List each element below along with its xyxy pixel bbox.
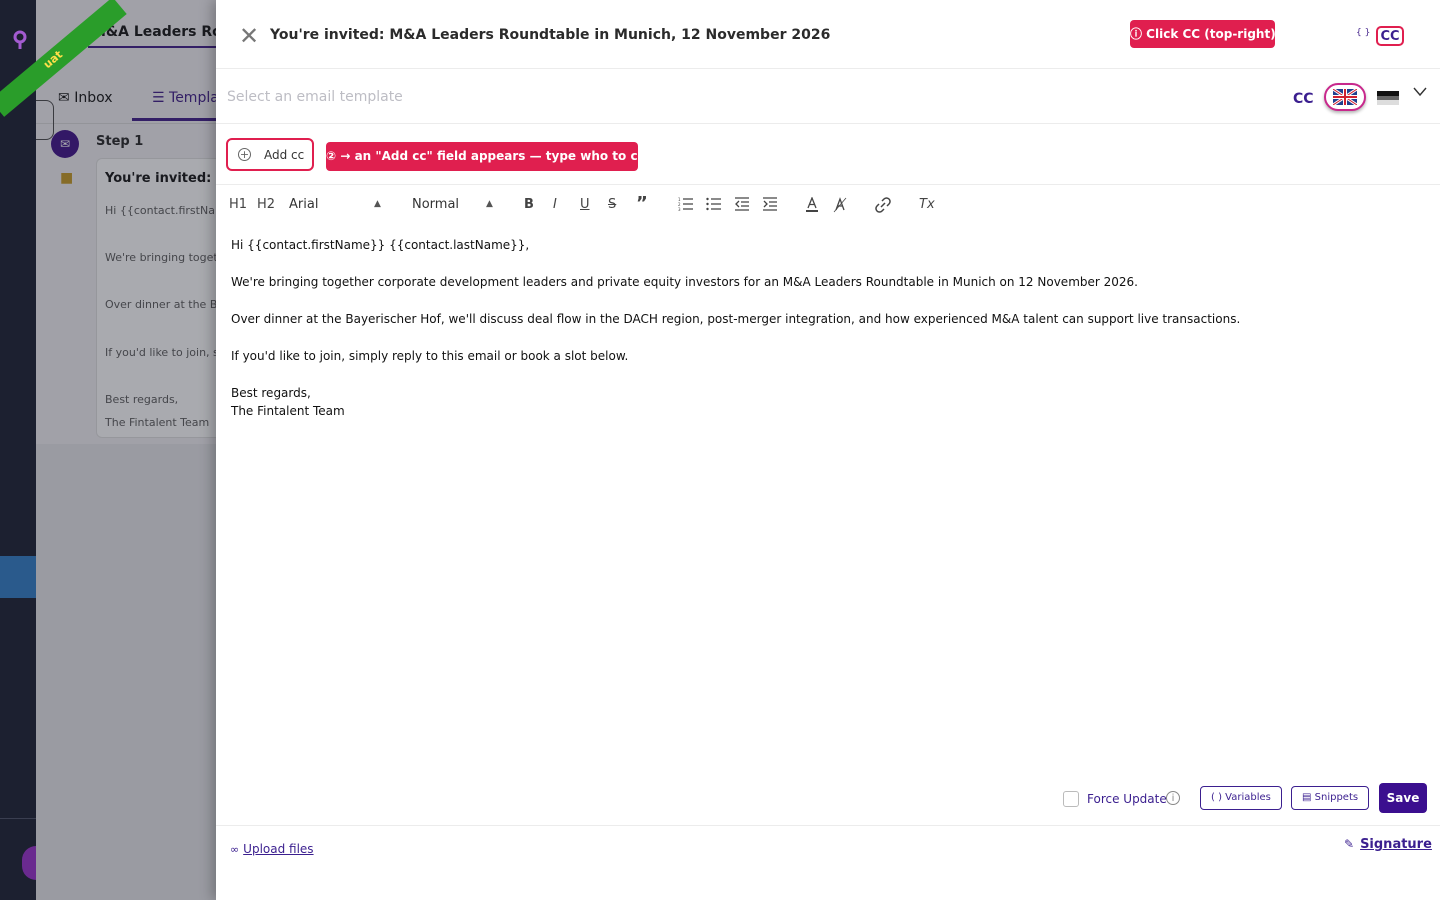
body-paragraph: Over dinner at the Bayerischer Hof, we'l… — [231, 312, 1241, 326]
body-paragraph: Best regards, — [231, 386, 311, 400]
email-subject[interactable]: You're invited: M&A Leaders Roundtable i… — [270, 27, 830, 43]
cc-button[interactable]: CC — [1293, 91, 1314, 107]
strikethrough-button[interactable]: S — [608, 197, 616, 212]
add-cc-label: Add cc — [264, 148, 305, 162]
heading1-button[interactable]: H1 — [229, 197, 247, 212]
outdent-icon[interactable] — [734, 197, 750, 215]
save-button[interactable]: Save — [1379, 783, 1427, 813]
variables-label: Variables — [1225, 792, 1271, 803]
add-cc-button[interactable]: + Add cc — [226, 138, 314, 171]
app-logo[interactable] — [12, 30, 28, 50]
sidebar-active-item[interactable] — [0, 556, 36, 598]
app-sidebar — [0, 0, 50, 900]
font-size-value: Normal — [412, 197, 460, 212]
modal-header: ✕ You're invited: M&A Leaders Roundtable… — [216, 0, 1440, 69]
german-flag-icon[interactable] — [1377, 91, 1399, 105]
braces-icon: ( ) — [1211, 792, 1222, 803]
body-paragraph: The Fintalent Team — [231, 404, 345, 418]
close-icon[interactable]: ✕ — [238, 24, 260, 48]
email-body-editor[interactable]: Hi {{contact.firstName}} {{contact.lastN… — [231, 238, 1421, 758]
sidebar-divider — [0, 818, 36, 819]
svg-text:3: 3 — [678, 207, 681, 211]
bold-button[interactable]: B — [524, 197, 534, 212]
select-arrows-icon: ▲ — [486, 199, 493, 209]
upload-files-link[interactable]: ∞ Upload files — [230, 842, 314, 856]
editor-actions-bar: Force Update i ( ) Variables ▤ Snippets … — [216, 780, 1440, 826]
cc-toggle-button[interactable]: CC — [1376, 26, 1404, 46]
ordered-list-icon[interactable]: 123 — [678, 197, 694, 215]
template-select[interactable]: Select an email template — [227, 89, 403, 105]
blockquote-button[interactable]: ” — [636, 193, 648, 214]
link-icon[interactable] — [875, 197, 891, 217]
plus-circle-icon: + — [238, 148, 251, 161]
font-family-value: Arial — [289, 197, 319, 212]
heading2-button[interactable]: H2 — [257, 197, 275, 212]
signature-label: Signature — [1360, 837, 1432, 852]
font-size-select[interactable]: Normal ▲ — [412, 197, 497, 212]
snippets-label: Snippets — [1314, 792, 1359, 803]
campaign-background: M&A Leaders Round ✉ Inbox ☰ Templa ■ ✉ S… — [36, 0, 216, 900]
hint-badge-click-cc: ⓘ Click CC (top-right) — [1130, 20, 1276, 48]
uk-flag-icon — [1333, 89, 1357, 105]
body-paragraph: Hi {{contact.firstName}} {{contact.lastN… — [231, 238, 530, 252]
hint-badge-add-cc: ② → an "Add cc" field appears — type who… — [326, 142, 662, 171]
body-paragraph: We're bringing together corporate develo… — [231, 275, 1138, 289]
info-icon[interactable]: i — [1166, 791, 1180, 805]
font-family-select[interactable]: Arial ▲ — [289, 197, 384, 212]
snippets-button[interactable]: ▤ Snippets — [1291, 786, 1370, 810]
indent-icon[interactable] — [762, 197, 778, 215]
template-select-row: Select an email template CC — [216, 69, 1440, 124]
rich-text-toolbar: H1 H2 Arial ▲ Normal ▲ B I U S ” 123 Tx — [216, 185, 1440, 225]
signature-pen-icon: ✎ — [1344, 837, 1355, 851]
upload-files-label: Upload files — [243, 842, 314, 856]
select-arrows-icon: ▲ — [374, 199, 381, 209]
highlight-color-icon[interactable] — [833, 197, 847, 217]
document-icon: ▤ — [1302, 792, 1312, 803]
signature-link[interactable]: ✎ Signature — [1344, 837, 1432, 852]
force-update-checkbox[interactable] — [1063, 791, 1079, 807]
italic-button[interactable]: I — [553, 197, 557, 212]
body-paragraph: If you'd like to join, simply reply to t… — [231, 349, 629, 363]
text-color-icon[interactable] — [805, 196, 819, 217]
variables-mini-icon[interactable]: { } — [1356, 28, 1370, 38]
cc-row: + Add cc ② → an "Add cc" field appears —… — [216, 124, 1440, 185]
modal-overlay[interactable] — [36, 0, 216, 900]
paperclip-icon: ∞ — [230, 843, 240, 856]
underline-button[interactable]: U — [580, 197, 590, 212]
variables-button[interactable]: ( ) Variables — [1200, 786, 1282, 810]
chevron-down-icon[interactable] — [1413, 85, 1427, 101]
language-uk-flag-button[interactable] — [1324, 83, 1366, 111]
email-editor-modal: ✕ You're invited: M&A Leaders Roundtable… — [216, 0, 1440, 900]
clear-format-button[interactable]: Tx — [919, 197, 935, 212]
bullet-list-icon[interactable] — [706, 197, 722, 215]
force-update-label: Force Update — [1087, 792, 1167, 806]
